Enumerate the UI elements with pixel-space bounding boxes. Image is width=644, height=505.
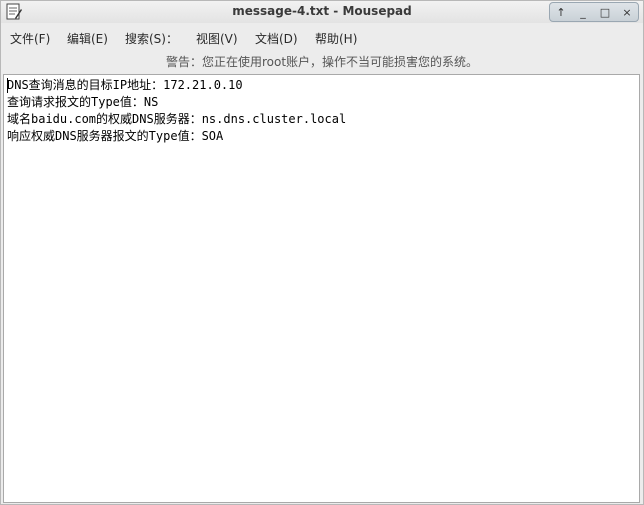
editor-line-2: 查询请求报文的Type值：NS [7,95,159,109]
root-warning-banner: 警告：您正在使用root账户，操作不当可能损害您的系统。 [165,55,479,69]
close-button[interactable]: × [619,5,635,19]
title-bar[interactable]: message-4.txt - Mousepad ↑ _ □ × [1,1,643,23]
minimize-button[interactable]: _ [575,5,591,19]
menu-edit[interactable]: 编辑(E) [67,30,108,47]
menu-help[interactable]: 帮助(H) [315,30,357,47]
window-title: message-4.txt - Mousepad [232,4,412,18]
maximize-button[interactable]: □ [597,5,613,19]
window-controls: ↑ _ □ × [549,2,639,22]
editor-line-3: 域名baidu.com的权威DNS服务器：ns.dns.cluster.loca… [7,112,347,126]
menu-bar: 文件(F) 编辑(E) 搜索(S)： 视图(V) 文档(D) 帮助(H) [1,27,643,47]
text-editor-area[interactable]: DNS查询消息的目标IP地址：172.21.0.10 查询请求报文的Type值：… [3,74,640,503]
menu-file[interactable]: 文件(F) [10,30,50,47]
menu-document[interactable]: 文档(D) [255,30,298,47]
editor-line-1: DNS查询消息的目标IP地址：172.21.0.10 [7,78,243,92]
editor-line-4: 响应权威DNS服务器报文的Type值：SOA [7,129,224,143]
keep-above-button[interactable]: ↑ [553,5,569,19]
menu-view[interactable]: 视图(V) [196,30,238,47]
menu-search[interactable]: 搜索(S)： [125,30,178,47]
mousepad-window: message-4.txt - Mousepad ↑ _ □ × 文件(F) 编… [0,0,644,505]
